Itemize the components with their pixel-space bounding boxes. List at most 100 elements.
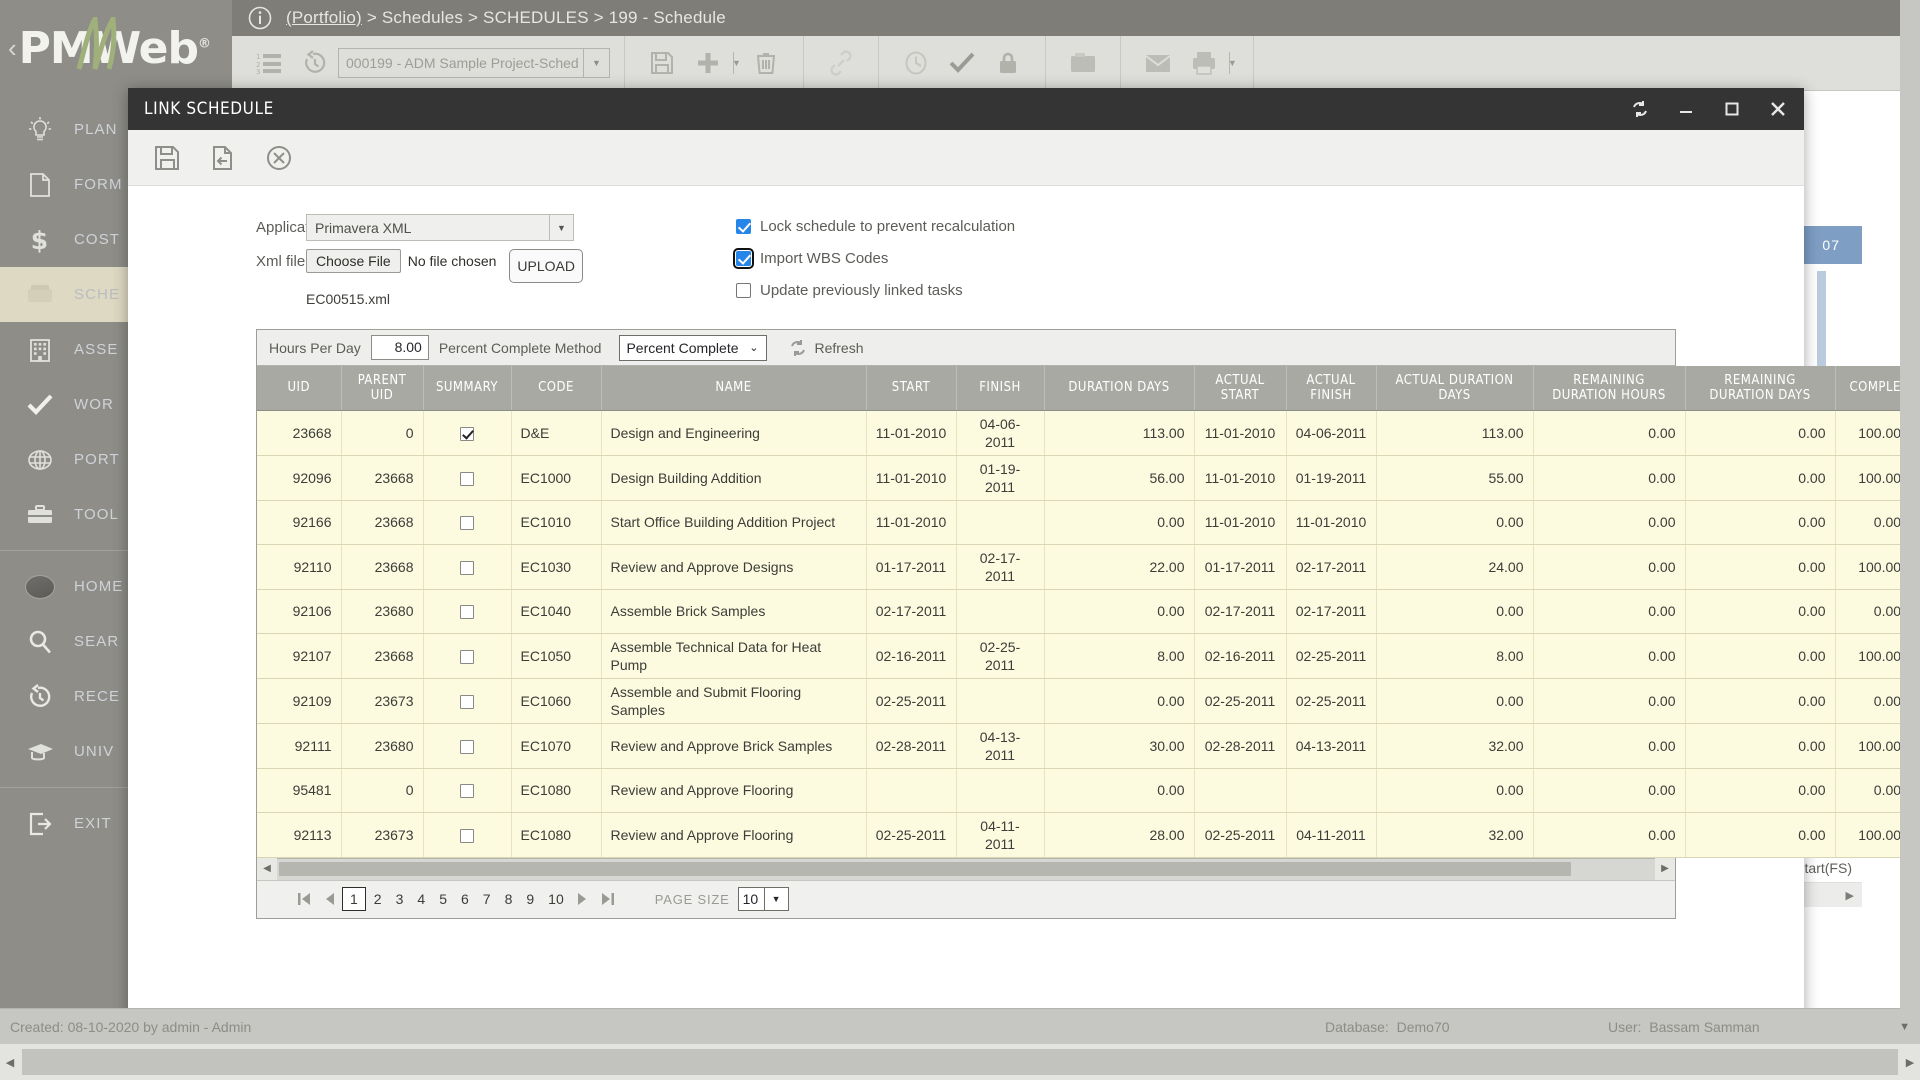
chevron-down-icon[interactable]: ▼ bbox=[764, 887, 789, 911]
table-row[interactable]: 95481 0 EC1080 Review and Approve Flooring 0… bbox=[257, 768, 1920, 813]
table-row[interactable]: 92113 23673 EC1080 Review and Approve Floor… bbox=[257, 812, 1920, 858]
save-icon[interactable] bbox=[150, 141, 184, 175]
col-parent-uid[interactable]: PARENT UID bbox=[341, 366, 424, 411]
app-logo[interactable]: ‹ PMWeb® bbox=[0, 0, 232, 96]
link-icon[interactable] bbox=[818, 43, 864, 83]
col-actual-start[interactable]: ACTUAL START bbox=[1194, 366, 1287, 411]
cancel-icon[interactable] bbox=[262, 141, 296, 175]
col-actual-duration-days[interactable]: ACTUAL DURATION DAYS bbox=[1376, 366, 1534, 411]
scroll-left-icon[interactable]: ◀ bbox=[257, 858, 277, 880]
export-icon[interactable] bbox=[206, 141, 240, 175]
page-size-value[interactable]: 10 bbox=[737, 887, 765, 911]
summary-checkbox[interactable] bbox=[460, 560, 474, 575]
breadcrumb-portfolio-link[interactable]: (Portfolio) bbox=[286, 8, 362, 27]
option-update-linked[interactable]: Update previously linked tasks bbox=[736, 278, 1015, 303]
col-start[interactable]: START bbox=[866, 366, 957, 411]
last-page-icon[interactable] bbox=[595, 892, 621, 906]
page-6[interactable]: 6 bbox=[455, 889, 475, 909]
table-row[interactable]: 23668 0 D&E Design and Engineering 11-01-201… bbox=[257, 410, 1920, 456]
col-name[interactable]: NAME bbox=[601, 366, 867, 411]
table-row[interactable]: 92166 23668 EC1010 Start Office Building Ad… bbox=[257, 500, 1920, 545]
table-row[interactable]: 92106 23680 EC1040 Assemble Brick Samples 02… bbox=[257, 589, 1920, 634]
summary-checkbox[interactable] bbox=[460, 426, 474, 441]
hours-per-day-input[interactable]: 8.00 bbox=[370, 335, 429, 360]
print-icon[interactable] bbox=[1181, 43, 1227, 83]
history-icon[interactable] bbox=[292, 43, 338, 83]
scroll-down-icon[interactable]: ▼ bbox=[1899, 1021, 1910, 1033]
col-code[interactable]: CODE bbox=[511, 366, 602, 411]
chevron-down-icon[interactable]: ▼ bbox=[549, 215, 573, 240]
sidebar-collapse-chevron-icon[interactable]: ‹ bbox=[8, 33, 17, 64]
save-icon[interactable] bbox=[639, 43, 685, 83]
chevron-down-icon[interactable]: ⌄ bbox=[749, 341, 758, 354]
page-5[interactable]: 5 bbox=[433, 889, 453, 909]
col-remaining-duration-hours[interactable]: REMAINING DURATION HOURS bbox=[1533, 366, 1686, 411]
list-icon[interactable]: 123 bbox=[246, 43, 292, 83]
delete-icon[interactable] bbox=[743, 43, 789, 83]
summary-checkbox[interactable] bbox=[460, 471, 474, 486]
first-page-icon[interactable] bbox=[291, 892, 317, 906]
application-select[interactable]: Primavera XML ▼ bbox=[306, 214, 574, 241]
table-row[interactable]: 92096 23668 EC1000 Design Building Addition… bbox=[257, 455, 1920, 501]
page-1[interactable]: 1 bbox=[342, 887, 366, 911]
clock-icon[interactable] bbox=[893, 43, 939, 83]
chevron-down-icon[interactable]: ▼ bbox=[732, 58, 741, 68]
page-7[interactable]: 7 bbox=[477, 889, 497, 909]
summary-checkbox[interactable] bbox=[460, 605, 474, 620]
summary-checkbox[interactable] bbox=[460, 516, 474, 531]
col-finish[interactable]: FINISH bbox=[956, 366, 1045, 411]
grid-horizontal-scrollbar[interactable]: ◀ ▶ bbox=[257, 857, 1675, 880]
lock-icon[interactable] bbox=[985, 43, 1031, 83]
page-10[interactable]: 10 bbox=[542, 889, 570, 909]
col-summary[interactable]: SUMMARY bbox=[423, 366, 512, 411]
add-icon[interactable] bbox=[685, 43, 731, 83]
right-scroll-rail[interactable] bbox=[1900, 0, 1920, 1020]
scroll-right-icon[interactable]: ▶ bbox=[1655, 858, 1675, 880]
mail-icon[interactable] bbox=[1135, 43, 1181, 83]
minimize-icon[interactable] bbox=[1676, 99, 1696, 119]
scrollbar-thumb[interactable] bbox=[279, 862, 1571, 876]
maximize-icon[interactable] bbox=[1722, 99, 1742, 119]
choose-file-button[interactable]: Choose File bbox=[306, 249, 401, 273]
table-row[interactable]: 92107 23668 EC1050 Assemble Technical Data … bbox=[257, 633, 1920, 679]
page-9[interactable]: 9 bbox=[520, 889, 540, 909]
prev-page-icon[interactable] bbox=[317, 892, 341, 906]
col-uid[interactable]: UID bbox=[257, 366, 342, 411]
summary-checkbox[interactable] bbox=[460, 694, 474, 709]
info-icon[interactable] bbox=[248, 6, 272, 30]
lock-schedule-checkbox[interactable] bbox=[736, 219, 751, 234]
col-remaining-duration-days[interactable]: REMAINING DURATION DAYS bbox=[1685, 366, 1836, 411]
page-3[interactable]: 3 bbox=[390, 889, 410, 909]
folder-icon[interactable] bbox=[1060, 43, 1106, 83]
next-page-icon[interactable] bbox=[571, 892, 595, 906]
percent-complete-method-select[interactable]: Percent Complete ⌄ bbox=[619, 334, 768, 361]
chevron-down-icon[interactable]: ▼ bbox=[583, 49, 609, 77]
summary-checkbox[interactable] bbox=[460, 649, 474, 664]
option-import-wbs[interactable]: Import WBS Codes bbox=[733, 246, 1015, 271]
table-row[interactable]: 92110 23668 EC1030 Review and Approve Desig… bbox=[257, 544, 1920, 590]
upload-button[interactable]: UPLOAD bbox=[509, 249, 583, 283]
page-4[interactable]: 4 bbox=[411, 889, 431, 909]
col-duration-days[interactable]: DURATION DAYS bbox=[1044, 366, 1195, 411]
chevron-down-icon[interactable]: ▼ bbox=[1228, 58, 1237, 68]
page-horizontal-scrollbar[interactable]: ◀ ▶ bbox=[0, 1044, 1920, 1080]
summary-checkbox[interactable] bbox=[460, 828, 474, 843]
option-lock-schedule[interactable]: Lock schedule to prevent recalculation bbox=[736, 214, 1015, 239]
project-select[interactable]: 000199 - ADM Sample Project-Sched ▼ bbox=[338, 48, 610, 78]
col-actual-finish[interactable]: ACTUAL FINISH bbox=[1286, 366, 1377, 411]
update-linked-tasks-checkbox[interactable] bbox=[736, 283, 751, 298]
page-8[interactable]: 8 bbox=[499, 889, 519, 909]
summary-checkbox[interactable] bbox=[460, 784, 474, 799]
check-icon[interactable] bbox=[939, 43, 985, 83]
table-row[interactable]: 92111 23680 EC1070 Review and Approve Brick… bbox=[257, 723, 1920, 769]
page-2[interactable]: 2 bbox=[368, 889, 388, 909]
table-row[interactable]: 92109 23673 EC1060 Assemble and Submit Floo… bbox=[257, 678, 1920, 724]
scroll-right-icon[interactable]: ▶ bbox=[1900, 1056, 1920, 1069]
import-wbs-checkbox[interactable] bbox=[733, 248, 754, 269]
close-icon[interactable] bbox=[1768, 99, 1788, 119]
scrollbar-thumb[interactable] bbox=[22, 1049, 1898, 1075]
scroll-left-icon[interactable]: ◀ bbox=[0, 1056, 20, 1069]
summary-checkbox[interactable] bbox=[460, 739, 474, 754]
refresh-icon[interactable] bbox=[1630, 99, 1650, 119]
refresh-button[interactable]: Refresh bbox=[789, 339, 863, 357]
